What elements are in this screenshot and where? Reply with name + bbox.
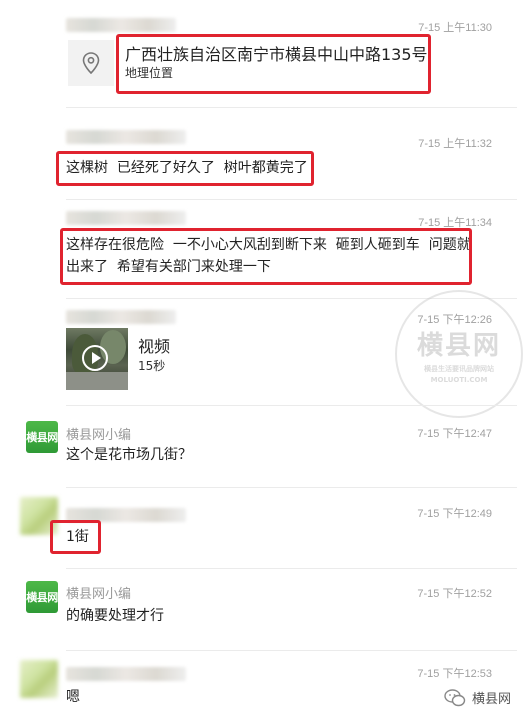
- video-duration: 15秒: [138, 359, 166, 373]
- sender-name-blurred: [66, 211, 186, 225]
- highlight-box: [56, 151, 314, 186]
- sender-name: 横县网小编: [66, 428, 132, 443]
- message-time: 7-15 下午12:49: [417, 508, 492, 520]
- divider: [66, 107, 517, 108]
- message-text: 嗯: [66, 689, 80, 705]
- map-pin-icon: [82, 52, 100, 74]
- play-icon[interactable]: [82, 345, 108, 371]
- sender-name-blurred: [66, 667, 186, 681]
- divider: [66, 487, 517, 488]
- message-text: 的确要处理才行: [66, 608, 164, 624]
- watermark-seal: 横县网 横县生活要讯品牌网站 MOLUOTI.COM: [395, 290, 523, 418]
- highlight-box: [50, 520, 101, 554]
- sender-name-blurred: [66, 18, 176, 32]
- highlight-box: [116, 34, 431, 94]
- sender-name-blurred: [66, 310, 176, 324]
- message-time: 7-15 下午12:53: [417, 668, 492, 680]
- footer-brand-label: 横县网: [471, 692, 511, 707]
- location-card-thumbnail[interactable]: [68, 40, 114, 86]
- footer-brand: 横县网: [444, 688, 511, 707]
- highlight-box: [60, 228, 472, 285]
- wechat-icon: [444, 688, 466, 706]
- divider: [66, 650, 517, 651]
- avatar-blurred: [20, 660, 58, 698]
- message-time: 7-15 下午12:52: [417, 588, 492, 600]
- message-time: 7-15 上午11:32: [418, 138, 492, 150]
- message-time: 7-15 下午12:47: [417, 428, 492, 440]
- divider: [66, 405, 517, 406]
- sender-name: 横县网小编: [66, 587, 132, 602]
- avatar[interactable]: 横县网: [26, 581, 58, 613]
- video-label: 视频: [138, 337, 171, 356]
- sender-name-blurred: [66, 130, 186, 144]
- divider: [66, 568, 517, 569]
- avatar[interactable]: 横县网: [26, 421, 58, 453]
- divider: [66, 199, 517, 200]
- video-thumbnail[interactable]: [66, 328, 128, 390]
- message-time: 7-15 上午11:30: [418, 22, 492, 34]
- message-text: 这个是花市场几街？: [66, 447, 192, 463]
